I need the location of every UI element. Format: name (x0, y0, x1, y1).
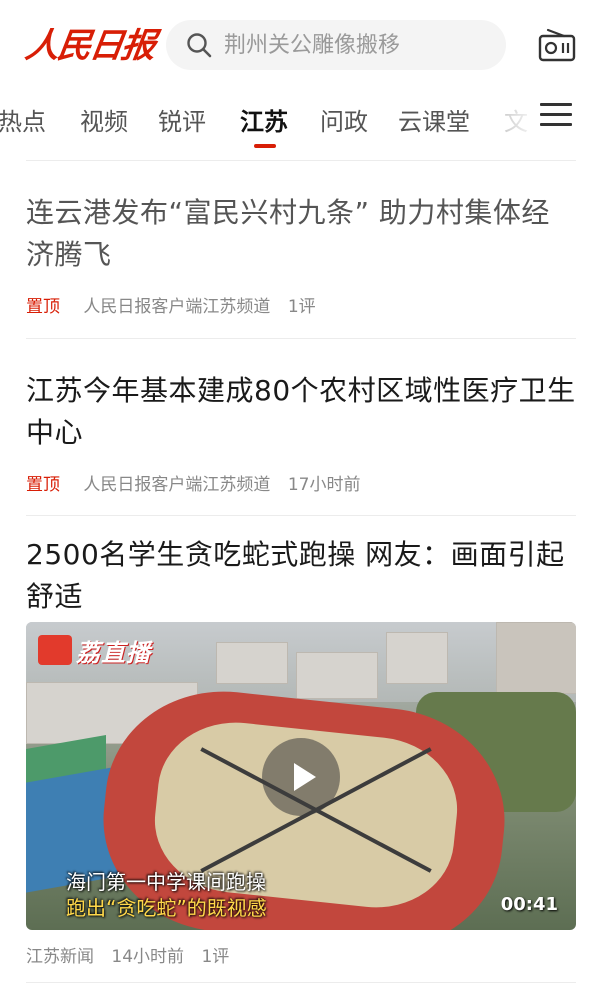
article-title[interactable]: 连云港发布“富民兴村九条” 助力村集体经济腾飞 (26, 192, 576, 276)
article-meta: 置顶 人民日报客户端江苏频道 1评 (26, 292, 576, 317)
article-time: 17小时前 (287, 475, 361, 495)
article-source: 江苏新闻 (26, 947, 94, 967)
video-duration: 00:41 (500, 894, 558, 915)
live-logo-icon (38, 635, 72, 665)
article-title[interactable]: 2500名学生贪吃蛇式跑操 网友：画面引起舒适 (26, 534, 576, 618)
divider (26, 338, 576, 339)
search-bar[interactable] (166, 20, 506, 70)
hamburger-menu-icon[interactable] (540, 100, 572, 130)
video-caption-line2: 跑出“贪吃蛇”的既视感 (66, 896, 267, 920)
search-input[interactable] (222, 31, 486, 59)
video-caption-line1: 海门第一中学课间跑操 (66, 870, 266, 894)
article-meta: 江苏新闻 14小时前 1评 (26, 942, 229, 967)
search-icon (187, 33, 212, 58)
play-icon[interactable] (262, 738, 340, 816)
tab-cloud-class[interactable]: 云课堂 (398, 102, 470, 137)
divider (26, 982, 576, 983)
article-title[interactable]: 江苏今年基本建成80个农村区域性医疗卫生中心 (26, 370, 576, 454)
app-logo[interactable]: 人民日报 (23, 18, 158, 67)
comment-count: 1评 (201, 947, 230, 967)
comment-count: 1评 (287, 297, 316, 317)
tab-hot[interactable]: 热点 (0, 102, 46, 137)
divider (26, 515, 576, 516)
radio-icon[interactable] (538, 26, 576, 64)
tabs-fade (490, 92, 540, 160)
pinned-badge: 置顶 (26, 297, 60, 317)
tab-commentary[interactable]: 锐评 (158, 102, 206, 137)
video-source-logo: 荔直播 (38, 632, 151, 668)
app-header: 人民日报 (0, 0, 600, 92)
tab-jiangsu[interactable]: 江苏 (240, 102, 288, 137)
active-tab-indicator (254, 144, 276, 148)
video-thumbnail[interactable]: 荔直播 海门第一中学课间跑操 跑出“贪吃蛇”的既视感 00:41 (26, 622, 576, 930)
article-meta: 置顶 人民日报客户端江苏频道 17小时前 (26, 470, 576, 495)
pinned-badge: 置顶 (26, 475, 60, 495)
divider (26, 160, 576, 161)
article-item[interactable]: 江苏今年基本建成80个农村区域性医疗卫生中心 置顶 人民日报客户端江苏频道 17… (26, 370, 576, 495)
channel-tabs: 热点 视频 锐评 江苏 问政 云课堂 文 (0, 92, 600, 160)
tab-video[interactable]: 视频 (80, 102, 128, 137)
article-item[interactable]: 连云港发布“富民兴村九条” 助力村集体经济腾飞 置顶 人民日报客户端江苏频道 1… (26, 192, 576, 317)
article-source: 人民日报客户端江苏频道 (83, 297, 271, 317)
article-time: 14小时前 (111, 947, 185, 967)
video-article-item[interactable]: 2500名学生贪吃蛇式跑操 网友：画面引起舒适 (26, 534, 576, 618)
article-source: 人民日报客户端江苏频道 (83, 475, 271, 495)
tab-wenzheng[interactable]: 问政 (320, 102, 368, 137)
